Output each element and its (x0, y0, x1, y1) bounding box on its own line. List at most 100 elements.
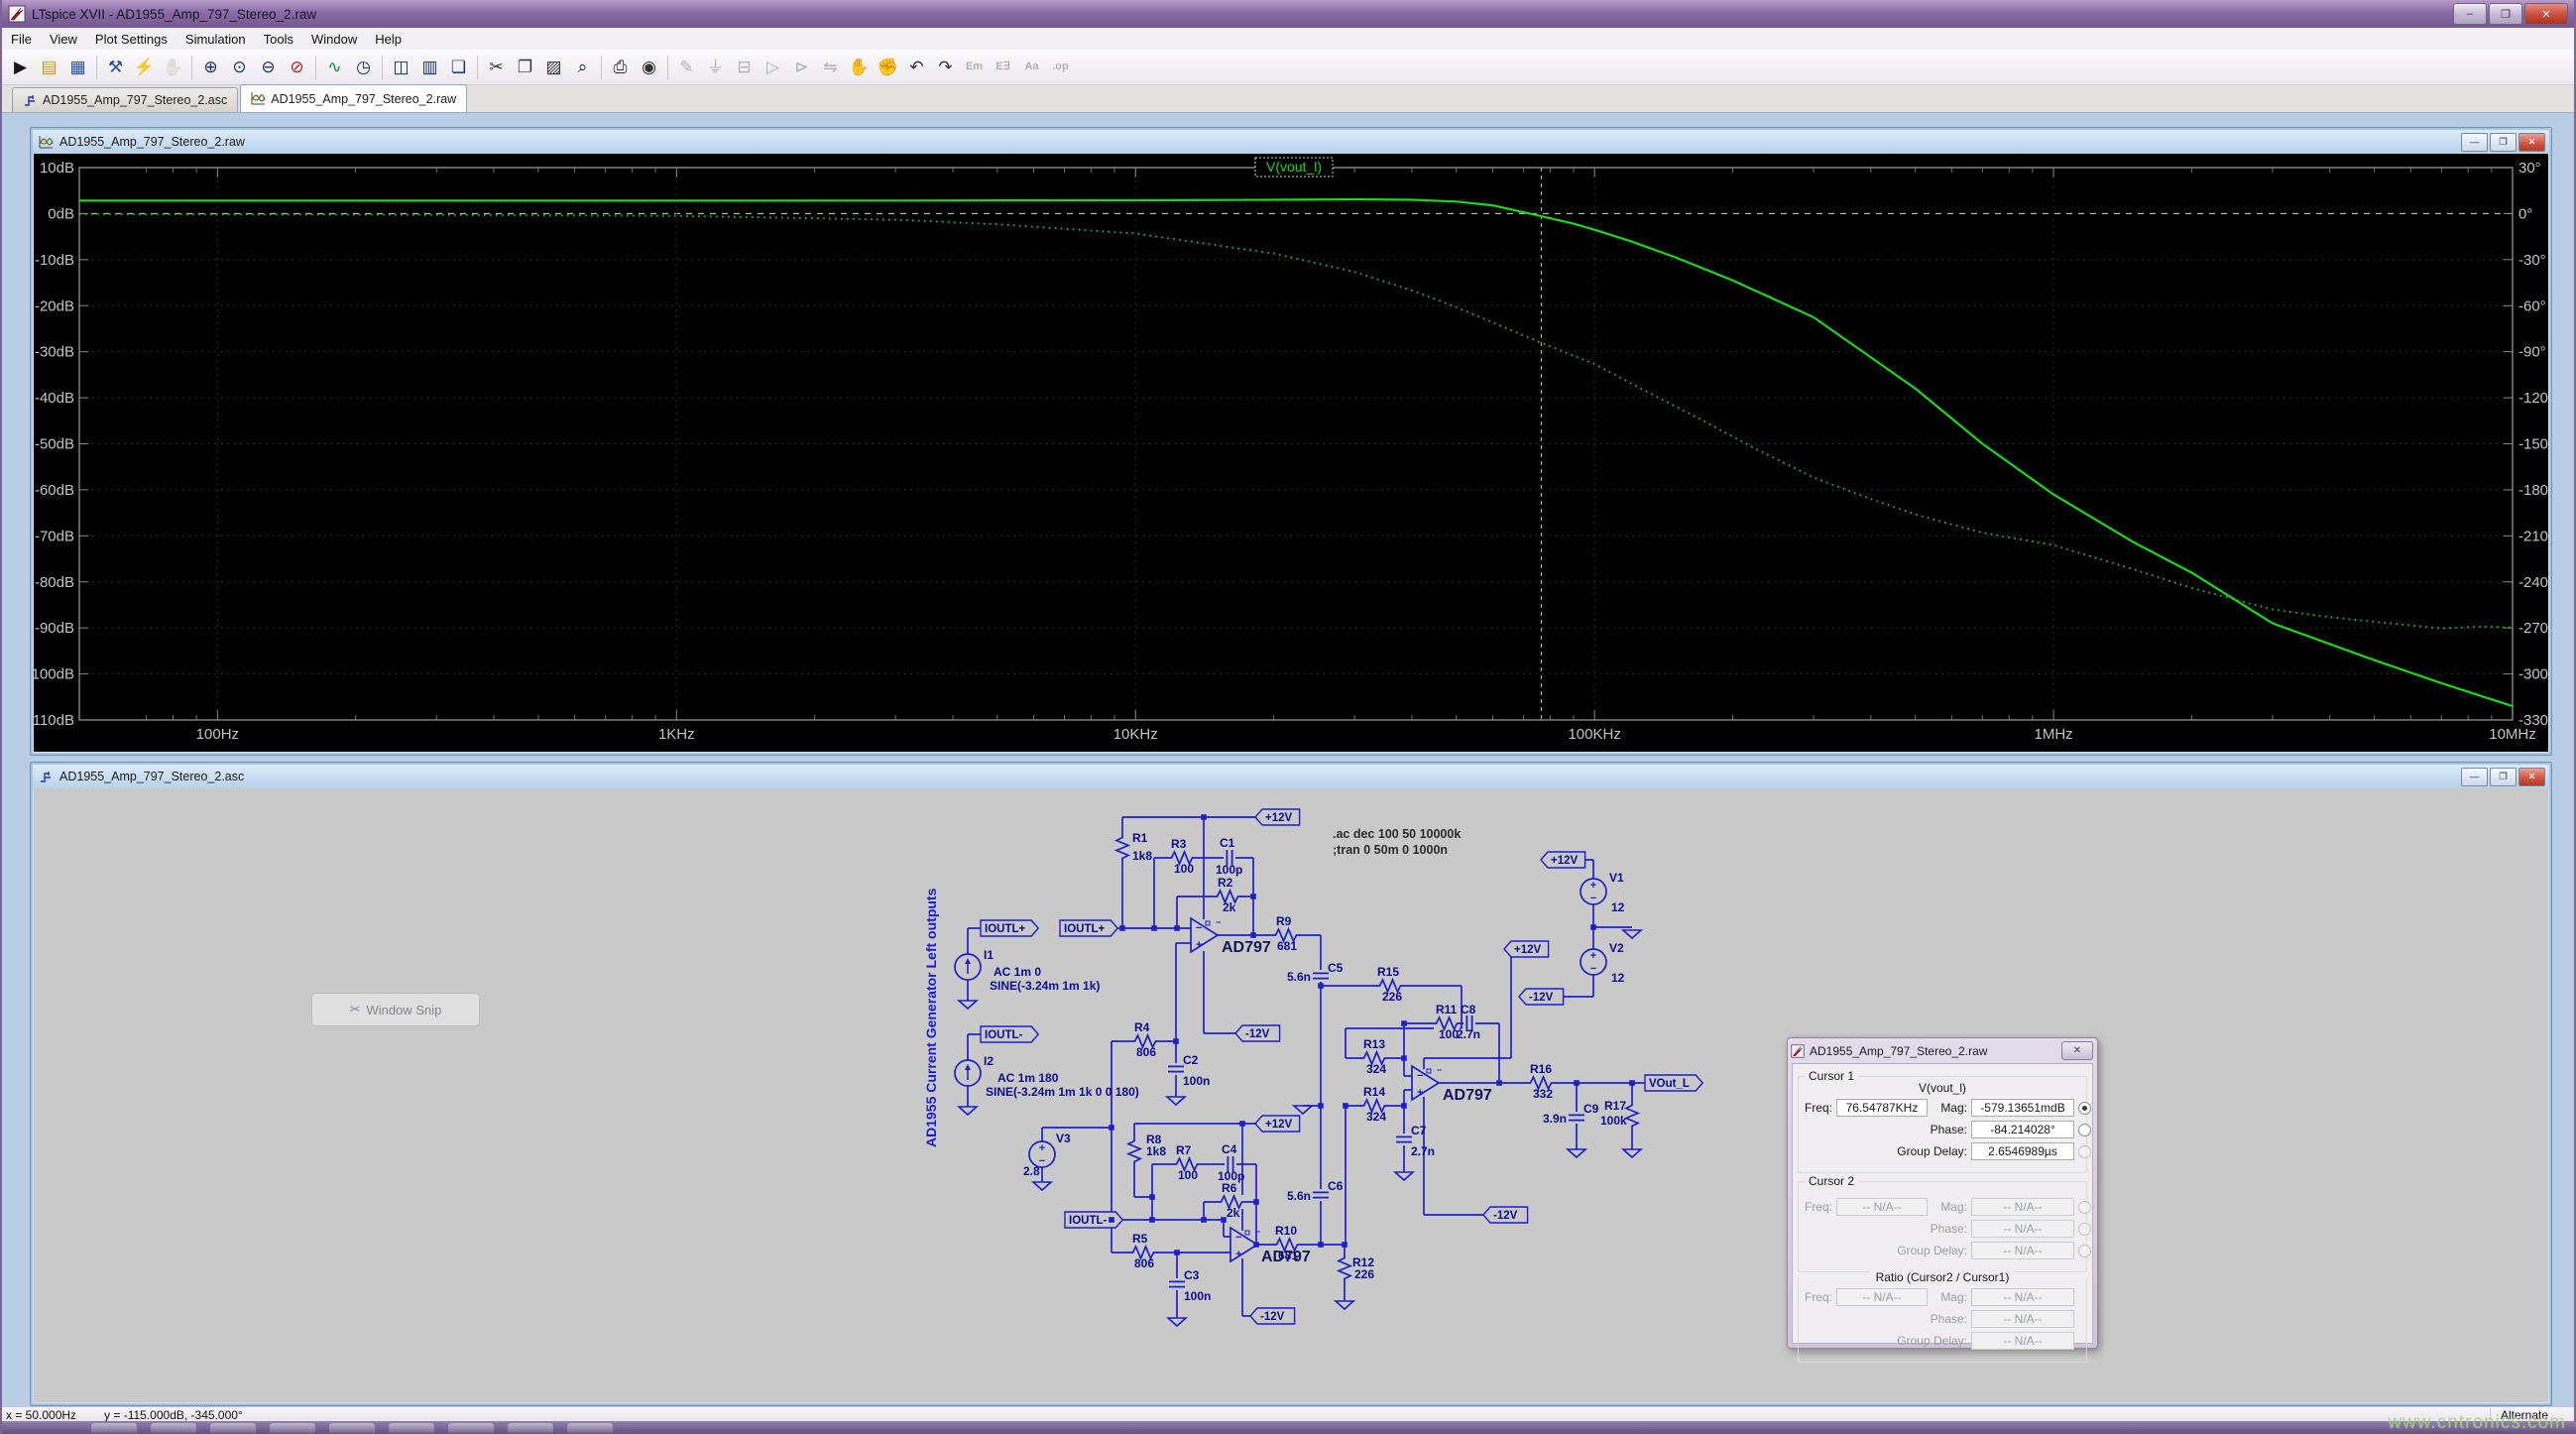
phase-trace[interactable] (78, 213, 2514, 630)
redo-icon[interactable]: ↷ (931, 53, 960, 81)
cursor2-gd-radio (2078, 1245, 2091, 1257)
current-source-I2[interactable] (954, 1059, 982, 1087)
waveform-window-titlebar[interactable]: AD1955_Amp_797_Stereo_2.raw — ❐ ✕ (33, 130, 2549, 154)
print-preview-icon[interactable]: ◉ (635, 53, 663, 81)
restore-button[interactable]: ❐ (2489, 3, 2522, 25)
menu-item-simulation[interactable]: Simulation (176, 30, 255, 49)
ground-symbol[interactable] (1565, 1148, 1588, 1159)
junction-dot (1149, 1217, 1155, 1223)
taskbar-item[interactable] (91, 1423, 137, 1433)
svg-text:+12V: +12V (1551, 855, 1579, 867)
tab-waveform[interactable]: AD1955_Amp_797_Stereo_2.raw (240, 84, 468, 112)
taskbar-item[interactable] (210, 1423, 256, 1433)
svg-text:-12V: -12V (1529, 992, 1554, 1004)
ratio-group-label: Ratio (Cursor2 / Cursor1) (1869, 1270, 2016, 1284)
dialog-close-button[interactable]: ✕ (2061, 1041, 2093, 1060)
open-icon[interactable]: ▤ (35, 53, 63, 81)
taskbar-item[interactable] (151, 1423, 196, 1433)
ground-symbol[interactable] (1164, 1096, 1188, 1107)
ground-symbol[interactable] (1030, 1181, 1054, 1192)
svg-text:-30°: -30° (2518, 252, 2546, 269)
magnitude-trace[interactable] (79, 197, 2514, 708)
child-minimize-button[interactable]: — (2461, 768, 2488, 786)
child-close-button[interactable]: ✕ (2518, 133, 2545, 152)
copy-icon[interactable]: ❐ (511, 53, 539, 81)
zoom-full-icon[interactable]: ⊘ (283, 53, 311, 81)
junction-dot (1401, 1103, 1407, 1109)
zoom-out-icon[interactable]: ⊖ (254, 53, 283, 81)
zoom-in-icon[interactable]: ⊕ (196, 53, 225, 81)
svg-text:V2: V2 (1609, 941, 1624, 955)
legend-vout-l[interactable]: V(vout_l) (1266, 159, 1322, 175)
move-hand-icon[interactable]: ✊ (874, 53, 902, 81)
taskbar-item[interactable] (389, 1423, 434, 1433)
run-man-icon[interactable]: ⚡ (130, 53, 159, 81)
current-source-I1[interactable] (954, 953, 982, 981)
taskbar-item[interactable] (508, 1423, 553, 1433)
ground-symbol[interactable] (1620, 929, 1644, 940)
menu-item-plot-settings[interactable]: Plot Settings (86, 30, 176, 49)
schematic-window-titlebar[interactable]: AD1955_Amp_797_Stereo_2.asc — ❐ ✕ (33, 765, 2549, 788)
ground-symbol[interactable] (1333, 1300, 1356, 1311)
menu-item-tools[interactable]: Tools (255, 30, 302, 49)
menu-item-window[interactable]: Window (302, 30, 366, 49)
cursor1-phase-radio[interactable] (2078, 1124, 2091, 1136)
schematic-canvas[interactable]: R1 1k8 R3 100 R2 2k R9 681 R15 226 R4 806 R7 100 R6 2k R… (34, 790, 2548, 1401)
taskbar-item[interactable] (329, 1423, 375, 1433)
cursor1-group: Cursor 1 V(vout_l) Freq: 76.54787KHz Mag… (1798, 1069, 2091, 1173)
close-button[interactable]: ✕ (2524, 3, 2568, 25)
ground-symbol[interactable] (1165, 1317, 1189, 1328)
autorange-icon[interactable]: ∿ (320, 53, 349, 81)
paste-icon[interactable]: ▨ (539, 53, 568, 81)
tab-schematic[interactable]: AD1955_Amp_797_Stereo_2.asc (12, 87, 239, 112)
cut-icon[interactable]: ✂ (482, 53, 511, 81)
tile-vertical-icon[interactable]: ◫ (387, 53, 415, 81)
drag-hand-icon[interactable]: ✋ (845, 53, 874, 81)
ground-symbol[interactable] (1620, 1148, 1644, 1159)
cursor1-mag-field[interactable]: -579.13651mdB (1971, 1099, 2074, 1117)
save-icon[interactable]: ▦ (63, 53, 92, 81)
find-icon[interactable]: ⌕ (568, 53, 597, 81)
menu-item-view[interactable]: View (41, 30, 86, 49)
undo-icon[interactable]: ↶ (902, 53, 931, 81)
resistor-R8[interactable] (1125, 1138, 1143, 1164)
cursor1-phase-field[interactable]: -84.214028° (1971, 1121, 2074, 1138)
ground-symbol[interactable] (956, 1000, 980, 1011)
minimize-button[interactable]: – (2453, 3, 2487, 25)
cursor1-freq-field[interactable]: 76.54787KHz (1836, 1099, 1928, 1117)
group-delay-label: Group Delay: (1897, 1144, 1967, 1158)
plot-area[interactable]: 10dB 30° 0dB 0° -10dB -30° -20dB -60° -30dB -90° -… (34, 154, 2548, 752)
ground-symbol[interactable] (1291, 1105, 1315, 1116)
wire-icon: ✎ (679, 58, 694, 76)
schematic-area[interactable]: ✂ Window Snip R1 1k8 R3 100 R2 2k R9 681 R15 226 R… (34, 788, 2548, 1402)
status-bar: x = 50.000Hz y = -115.000dB, -345.000° A… (2, 1406, 2574, 1422)
fft-icon[interactable]: ◷ (349, 53, 378, 81)
cursor1-mag-radio[interactable] (2078, 1102, 2091, 1115)
run-icon[interactable]: ▶ (6, 53, 35, 81)
menu-item-file[interactable]: File (2, 30, 41, 49)
svg-text:100: 100 (1178, 1168, 1198, 1182)
control-panel-icon[interactable]: ⚒ (101, 53, 130, 81)
cursor-dialog[interactable]: AD1955_Amp_797_Stereo_2.raw ✕ Cursor 1 V… (1787, 1037, 2098, 1363)
taskbar-item[interactable] (567, 1423, 613, 1433)
ground-symbol[interactable] (956, 1106, 980, 1117)
taskbar-item[interactable] (448, 1423, 494, 1433)
resistor-R17[interactable] (1623, 1103, 1641, 1129)
cursor1-gd-field[interactable]: 2.6546989µs (1971, 1142, 2074, 1160)
resistor-R1[interactable] (1113, 835, 1131, 861)
menu-item-help[interactable]: Help (366, 30, 410, 49)
cursor2-group: Cursor 2 Freq: -- N/A-- Mag: -- N/A-- Ph… (1798, 1174, 2091, 1272)
print-icon[interactable]: ⎙ (606, 53, 635, 81)
bode-plot-canvas[interactable]: 10dB 30° 0dB 0° -10dB -30° -20dB -60° -30dB -90° -… (34, 154, 2548, 752)
child-restore-button[interactable]: ❐ (2490, 768, 2517, 786)
child-restore-button[interactable]: ❐ (2490, 133, 2517, 152)
cursor-dialog-titlebar[interactable]: AD1955_Amp_797_Stereo_2.raw (1791, 1041, 2094, 1061)
ground-symbol[interactable] (1392, 1171, 1416, 1182)
child-minimize-button[interactable]: — (2461, 133, 2488, 152)
tile-horizontal-icon[interactable]: ▥ (415, 53, 444, 81)
taskbar-item[interactable] (270, 1423, 315, 1433)
child-close-button[interactable]: ✕ (2518, 768, 2545, 786)
resistor-R12[interactable] (1336, 1255, 1353, 1281)
cascade-icon[interactable]: ❏ (444, 53, 473, 81)
zoom-area-icon[interactable]: ⊙ (225, 53, 254, 81)
